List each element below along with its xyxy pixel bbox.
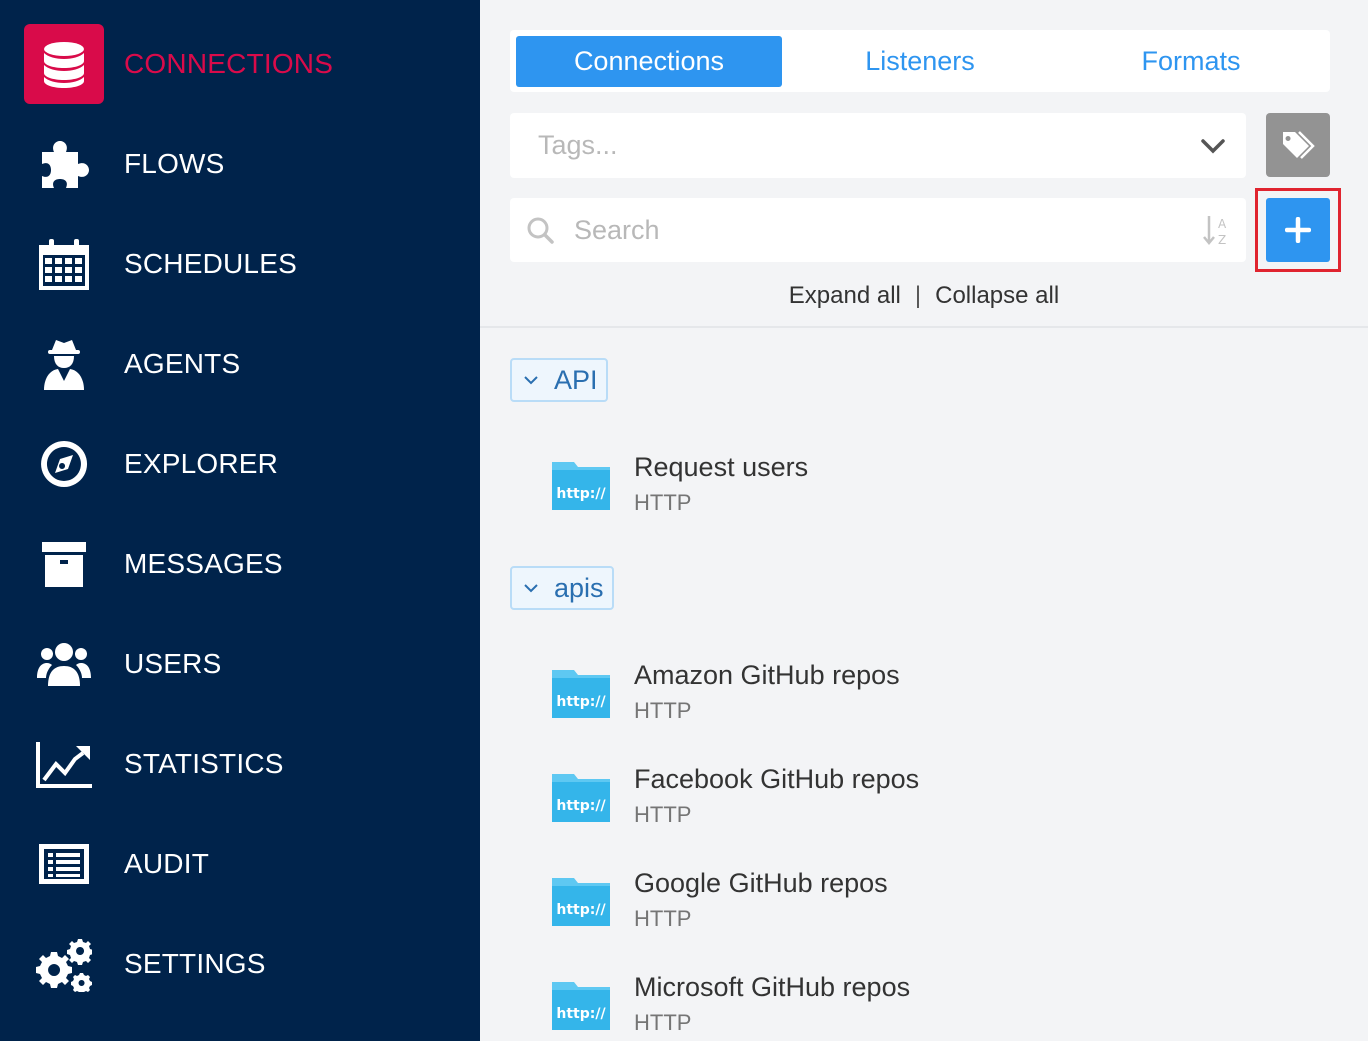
sort-alpha-icon[interactable]: A Z bbox=[1202, 214, 1232, 246]
sidebar-item-messages[interactable]: MESSAGES bbox=[0, 514, 480, 614]
connection-type: HTTP bbox=[634, 802, 692, 827]
list-item[interactable]: http:// Facebook GitHub repos HTTP bbox=[550, 764, 1330, 834]
sidebar-item-schedules[interactable]: SCHEDULES bbox=[0, 214, 480, 314]
sidebar-item-agents[interactable]: AGENTS bbox=[0, 314, 480, 414]
divider bbox=[480, 326, 1368, 328]
sidebar-item-label: AGENTS bbox=[124, 348, 241, 379]
chart-line-icon bbox=[24, 724, 104, 804]
users-icon bbox=[24, 624, 104, 704]
sidebar-item-label: AUDIT bbox=[124, 848, 209, 879]
sidebar-item-label: MESSAGES bbox=[124, 548, 283, 579]
tags-icon bbox=[1283, 131, 1315, 159]
svg-text:http://: http:// bbox=[556, 798, 606, 814]
tags-placeholder: Tags... bbox=[538, 130, 618, 160]
http-folder-icon: http:// bbox=[552, 774, 610, 822]
search-box: A Z bbox=[510, 198, 1246, 262]
group-toggle-apis[interactable]: apis bbox=[510, 566, 614, 610]
agent-icon bbox=[24, 324, 104, 404]
svg-text:http://: http:// bbox=[556, 902, 606, 918]
list-icon bbox=[24, 824, 104, 904]
group-toggle-api[interactable]: API bbox=[510, 358, 608, 402]
sidebar-item-label: SCHEDULES bbox=[124, 248, 297, 279]
search-input[interactable] bbox=[574, 206, 1174, 254]
sidebar: CONNECTIONS FLOWS SCHEDULES AGENTS EXPLO… bbox=[0, 0, 480, 1041]
chevron-down-icon bbox=[524, 376, 538, 385]
separator: | bbox=[914, 282, 922, 309]
tab-bar: Connections Listeners Formats bbox=[510, 30, 1330, 92]
tab-listeners[interactable]: Listeners bbox=[787, 36, 1053, 87]
svg-text:http://: http:// bbox=[556, 1006, 606, 1022]
calendar-icon bbox=[24, 224, 104, 304]
sidebar-item-label: USERS bbox=[124, 648, 222, 679]
list-item[interactable]: http:// Microsoft GitHub repos HTTP bbox=[550, 972, 1330, 1041]
plus-icon bbox=[1285, 217, 1311, 243]
tag-filter-button[interactable] bbox=[1266, 113, 1330, 177]
svg-text:http://: http:// bbox=[556, 486, 606, 502]
sidebar-item-label: STATISTICS bbox=[124, 748, 284, 779]
list-item[interactable]: http:// Request users HTTP bbox=[550, 452, 1330, 522]
connection-type: HTTP bbox=[634, 906, 692, 931]
sidebar-item-users[interactable]: USERS bbox=[0, 614, 480, 714]
chevron-down-icon bbox=[1201, 139, 1225, 154]
connection-name: Amazon GitHub repos bbox=[634, 660, 900, 690]
tab-connections[interactable]: Connections bbox=[516, 36, 782, 87]
tab-formats[interactable]: Formats bbox=[1058, 36, 1324, 87]
svg-text:http://: http:// bbox=[556, 694, 606, 710]
collapse-all-link[interactable]: Collapse all bbox=[935, 282, 1059, 309]
sidebar-item-statistics[interactable]: STATISTICS bbox=[0, 714, 480, 814]
sidebar-item-settings[interactable]: SETTINGS bbox=[0, 914, 480, 1014]
sidebar-item-label: FLOWS bbox=[124, 148, 225, 179]
main-panel: Connections Listeners Formats Tags... A … bbox=[480, 0, 1368, 1041]
connection-name: Request users bbox=[634, 452, 809, 482]
sidebar-item-connections[interactable]: CONNECTIONS bbox=[0, 14, 480, 114]
connection-name: Facebook GitHub repos bbox=[634, 764, 920, 794]
http-folder-icon: http:// bbox=[552, 982, 610, 1030]
svg-text:A: A bbox=[1218, 217, 1227, 231]
list-item[interactable]: http:// Amazon GitHub repos HTTP bbox=[550, 660, 1330, 730]
puzzle-icon bbox=[24, 124, 104, 204]
connection-type: HTTP bbox=[634, 1010, 692, 1035]
chevron-down-icon bbox=[524, 584, 538, 593]
search-icon bbox=[527, 217, 554, 244]
list-item[interactable]: http:// Google GitHub repos HTTP bbox=[550, 868, 1330, 938]
connection-name: Google GitHub repos bbox=[634, 868, 888, 898]
archive-icon bbox=[24, 524, 104, 604]
expand-all-link[interactable]: Expand all bbox=[789, 282, 901, 309]
sidebar-item-label: CONNECTIONS bbox=[124, 48, 334, 79]
group-label: API bbox=[554, 364, 598, 395]
connection-name: Microsoft GitHub repos bbox=[634, 972, 911, 1002]
connection-type: HTTP bbox=[634, 490, 692, 515]
sidebar-item-audit[interactable]: AUDIT bbox=[0, 814, 480, 914]
http-folder-icon: http:// bbox=[552, 878, 610, 926]
http-folder-icon: http:// bbox=[552, 670, 610, 718]
sidebar-item-explorer[interactable]: EXPLORER bbox=[0, 414, 480, 514]
database-icon bbox=[24, 24, 104, 104]
sidebar-item-flows[interactable]: FLOWS bbox=[0, 114, 480, 214]
expand-collapse-row: Expand all | Collapse all bbox=[480, 282, 1368, 316]
group-label: apis bbox=[554, 572, 604, 603]
svg-text:Z: Z bbox=[1218, 233, 1226, 246]
gears-icon bbox=[24, 924, 104, 1004]
tags-select[interactable]: Tags... bbox=[510, 113, 1246, 178]
sidebar-item-label: EXPLORER bbox=[124, 448, 279, 479]
http-folder-icon: http:// bbox=[552, 462, 610, 510]
connection-type: HTTP bbox=[634, 698, 692, 723]
compass-icon bbox=[24, 424, 104, 504]
sidebar-item-label: SETTINGS bbox=[124, 948, 266, 979]
add-connection-button[interactable] bbox=[1266, 198, 1330, 262]
